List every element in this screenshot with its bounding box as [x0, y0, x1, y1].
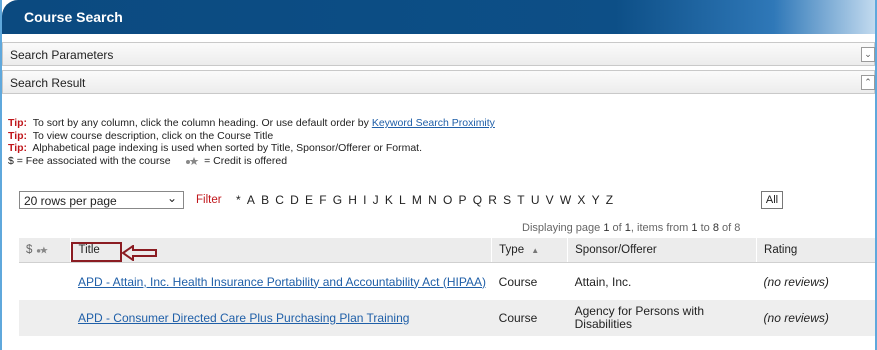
course-title-link[interactable]: APD - Consumer Directed Care Plus Purcha…: [78, 311, 409, 325]
letter-link[interactable]: N: [428, 193, 437, 207]
type-column-header[interactable]: Type ▲: [491, 238, 569, 263]
search-parameters-label: Search Parameters: [10, 48, 114, 62]
course-search-panel: Course Search Search Parameters ⌄ Search…: [0, 0, 877, 350]
keyword-search-proximity-link[interactable]: Keyword Search Proximity: [372, 117, 495, 129]
course-title-link[interactable]: APD - Attain, Inc. Health Insurance Port…: [78, 275, 486, 289]
sponsor-column-header[interactable]: Sponsor/Offerer: [567, 238, 758, 263]
letter-link[interactable]: U: [531, 193, 540, 207]
letter-link[interactable]: K: [385, 193, 393, 207]
filter-label: Filter: [196, 194, 222, 206]
letter-link[interactable]: M: [412, 193, 422, 207]
collapse-icon[interactable]: ⌃: [861, 75, 875, 90]
table-row: APD - Consumer Directed Care Plus Purcha…: [19, 300, 875, 336]
letter-link[interactable]: H: [348, 193, 357, 207]
letter-link[interactable]: *: [236, 193, 241, 207]
credit-icon: [186, 156, 199, 165]
paging-status: Displaying page 1 of 1, items from 1 to …: [522, 222, 741, 234]
rating-column-header[interactable]: Rating: [756, 238, 875, 263]
letter-link[interactable]: L: [399, 193, 406, 207]
letter-link[interactable]: V: [546, 193, 554, 207]
letter-link[interactable]: R: [488, 193, 497, 207]
letter-link[interactable]: T: [517, 193, 524, 207]
course-rating: (no reviews): [756, 262, 875, 300]
table-row: APD - Attain, Inc. Health Insurance Port…: [19, 262, 875, 300]
letter-link[interactable]: W: [560, 193, 571, 207]
letter-link[interactable]: Q: [473, 193, 482, 207]
rows-per-page-select[interactable]: 20 rows per page ⌄: [19, 191, 184, 209]
all-letters-button[interactable]: All: [761, 191, 783, 209]
letter-link[interactable]: J: [373, 193, 379, 207]
letter-link[interactable]: X: [577, 193, 585, 207]
course-rating: (no reviews): [756, 300, 875, 336]
letter-link[interactable]: I: [363, 193, 366, 207]
letter-link[interactable]: P: [458, 193, 466, 207]
course-type: Course: [491, 262, 568, 300]
letter-link[interactable]: Y: [592, 193, 600, 207]
search-result-label: Search Result: [10, 76, 86, 90]
window-title: Course Search: [24, 9, 123, 25]
pointer-arrow-icon: [122, 245, 157, 261]
tips-block: Tip: To sort by any column, click the co…: [8, 117, 495, 167]
letter-link[interactable]: Z: [606, 193, 613, 207]
legend: $ = Fee associated with the course = Cre…: [8, 155, 495, 168]
sort-ascending-icon: ▲: [531, 246, 540, 255]
search-parameters-header[interactable]: Search Parameters ⌄: [2, 42, 875, 66]
credit-icon: [36, 246, 48, 254]
letter-link[interactable]: B: [261, 193, 269, 207]
search-result-header[interactable]: Search Result ⌃: [2, 70, 875, 94]
tip-alphabetical: Tip: Alphabetical page indexing is used …: [8, 142, 423, 154]
icons-column-header: $: [19, 238, 72, 263]
course-type: Course: [491, 300, 568, 336]
letter-link[interactable]: G: [333, 193, 342, 207]
tip-description: Tip: To view course description, click o…: [8, 129, 274, 142]
tip-sort: Tip: To sort by any column, click the co…: [8, 117, 495, 129]
letter-link[interactable]: E: [305, 193, 313, 207]
title-highlight-box: [71, 242, 122, 262]
title-bar: Course Search: [2, 0, 875, 34]
letter-index: * A B C D E F G H I J K L M N O P Q R S T U V W X Y Z: [236, 193, 619, 207]
expand-icon[interactable]: ⌄: [861, 47, 875, 62]
course-sponsor: Agency for Persons with Disabilities: [567, 300, 757, 336]
letter-link[interactable]: A: [247, 193, 255, 207]
credit-legend: = Credit is offered: [204, 154, 288, 167]
chevron-down-icon: ⌄: [166, 191, 177, 205]
letter-link[interactable]: C: [275, 193, 284, 207]
letter-link[interactable]: O: [443, 193, 452, 207]
course-sponsor: Attain, Inc.: [567, 262, 757, 300]
letter-link[interactable]: F: [319, 193, 326, 207]
fee-legend: $ = Fee associated with the course: [8, 154, 171, 167]
paging-toolbar: 20 rows per page ⌄ Filter * A B C D E F G H I J K L M…: [19, 191, 875, 211]
letter-link[interactable]: S: [503, 193, 511, 207]
letter-link[interactable]: D: [290, 193, 299, 207]
